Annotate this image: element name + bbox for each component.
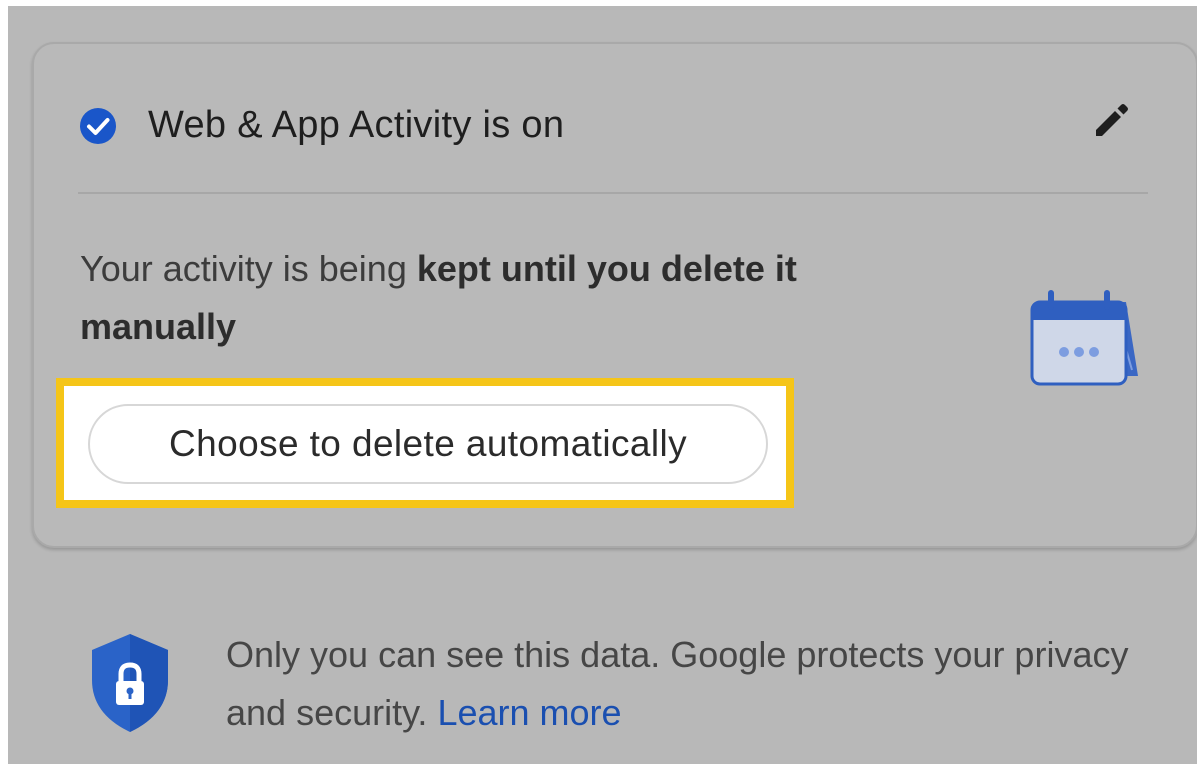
shield-lock-icon xyxy=(92,634,168,732)
web-app-activity-card: Web & App Activity is on Your activity i… xyxy=(32,42,1197,548)
privacy-text: Only you can see this data. Google prote… xyxy=(226,626,1146,742)
privacy-note: Only you can see this data. Google prote… xyxy=(86,626,1146,742)
learn-more-link[interactable]: Learn more xyxy=(437,692,621,733)
choose-auto-delete-button[interactable]: Choose to delete automatically xyxy=(88,404,768,484)
retention-description-prefix: Your activity is being xyxy=(80,248,417,289)
retention-description: Your activity is being kept until you de… xyxy=(80,240,960,356)
activity-controls-screen: Web & App Activity is on Your activity i… xyxy=(8,6,1197,764)
calendar-icon xyxy=(1030,290,1138,386)
status-row: Web & App Activity is on xyxy=(78,104,564,147)
divider xyxy=(78,192,1148,194)
highlight-box: Choose to delete automatically xyxy=(56,378,794,508)
pencil-icon[interactable] xyxy=(1088,96,1136,144)
privacy-statement: Only you can see this data. Google prote… xyxy=(226,634,1129,733)
status-title: Web & App Activity is on xyxy=(148,104,565,146)
check-circle-icon xyxy=(80,107,116,144)
